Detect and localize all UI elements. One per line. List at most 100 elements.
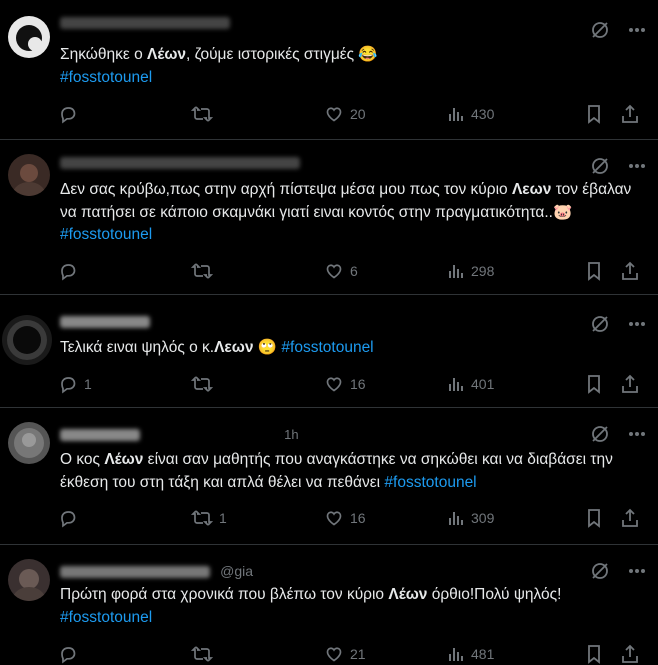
text-segment: Σηκώθηκε ο [60,46,147,63]
share-button[interactable] [621,104,641,124]
grok-icon[interactable] [590,156,610,176]
tweet-header: 1h [60,426,299,444]
like-count: 16 [350,510,366,526]
hashtag-link[interactable]: #fosstotounel [281,339,373,356]
like-count: 16 [350,376,366,392]
more-options-icon[interactable] [628,568,646,574]
retweet-button[interactable] [191,261,324,281]
text-segment: όρθιο!Πολύ ψηλός! [427,586,562,603]
tweet-text: Σηκώθηκε ο Λέων, ζούμε ιστορικές στιγμές… [60,44,642,89]
bold-mention: Λεων [511,181,552,198]
tweet[interactable]: Τελικά ειναι ψηλός ο κ.Λεων 🙄 #fosstotou… [0,295,658,408]
views-button[interactable]: 430 [447,105,585,123]
more-options-icon[interactable] [628,321,646,327]
tweet-handle[interactable]: @gia [220,563,253,579]
bookmark-icon [588,262,600,281]
reply-icon [61,647,76,664]
tweet-text: Τελικά ειναι ψηλός ο κ.Λεων 🙄 #fosstotou… [60,337,642,360]
bookmark-button[interactable] [585,644,621,664]
redacted-username [60,157,300,170]
retweet-button[interactable]: 1 [191,508,324,528]
text-segment: Πρώτη φορά στα χρονικά που βλέπω τον κύρ… [60,586,389,603]
tweet[interactable]: Δεν σας κρύβω,πως στην αρχή πίστεψα μέσα… [0,140,658,295]
tweet-header [60,14,230,32]
like-button[interactable]: 20 [324,104,447,124]
hashtag-link[interactable]: #fosstotounel [60,609,152,626]
grok-icon[interactable] [590,314,610,334]
text-segment: 🙄 [253,339,282,356]
tweet[interactable]: @gia Πρώτη φορά στα χρονικά που βλέπω το… [0,545,658,664]
views-button[interactable]: 298 [447,262,585,280]
avatar[interactable] [8,154,50,196]
tweet-actions: 20 430 [58,103,644,125]
heart-icon [326,377,342,392]
text-segment: Δεν σας κρύβω,πως στην αρχή πίστεψα μέσα… [60,181,512,198]
heart-icon [326,511,342,526]
like-count: 20 [350,106,366,122]
bookmark-button[interactable] [585,508,621,528]
bookmark-button[interactable] [585,374,621,394]
reply-button[interactable] [58,508,191,528]
analytics-icon [449,378,463,391]
more-options-icon[interactable] [628,27,646,33]
bold-mention: Λέων [147,46,187,63]
redacted-username [60,566,210,579]
reply-button[interactable] [58,644,191,664]
more-options-icon[interactable] [628,431,646,437]
views-button[interactable]: 309 [447,509,585,527]
tweet-actions: 21 481 [58,643,644,665]
avatar[interactable] [8,559,50,601]
views-button[interactable]: 401 [447,375,585,393]
share-button[interactable] [621,261,641,281]
reply-icon [61,264,76,281]
tweet-actions: 1 16 401 [58,373,644,395]
retweet-icon [191,106,213,122]
reply-button[interactable] [58,261,191,281]
bookmark-button[interactable] [585,261,621,281]
reply-button[interactable]: 1 [58,374,191,394]
share-icon [622,508,638,527]
avatar[interactable] [8,16,50,58]
retweet-button[interactable] [191,644,324,664]
like-button[interactable]: 16 [324,508,447,528]
reply-count: 1 [84,376,92,392]
retweet-icon [191,510,213,526]
grok-icon[interactable] [590,20,610,40]
like-button[interactable]: 6 [324,261,447,281]
avatar[interactable] [8,422,50,464]
tweet-actions: 6 298 [58,260,644,282]
hashtag-link[interactable]: #fosstotounel [60,226,152,243]
share-button[interactable] [621,374,641,394]
reply-icon [61,107,76,124]
retweet-button[interactable] [191,374,324,394]
redacted-username [60,17,230,30]
reply-button[interactable] [58,104,191,124]
share-button[interactable] [621,644,641,664]
retweet-button[interactable] [191,104,324,124]
bookmark-button[interactable] [585,104,621,124]
analytics-icon [449,108,463,121]
more-options-icon[interactable] [628,163,646,169]
bookmark-icon [588,375,600,394]
like-button[interactable]: 16 [324,374,447,394]
redacted-username [60,429,140,442]
share-icon [622,104,638,123]
tweet[interactable]: Σηκώθηκε ο Λέων, ζούμε ιστορικές στιγμές… [0,0,658,140]
avatar[interactable] [2,315,52,365]
like-count: 6 [350,263,358,279]
grok-icon[interactable] [590,424,610,444]
tweet-actions: 1 16 309 [58,507,644,529]
bold-mention: Λέων [104,451,144,468]
views-button[interactable]: 481 [447,645,585,663]
tweet-time[interactable]: 1h [284,427,298,442]
like-button[interactable]: 21 [324,644,447,664]
share-button[interactable] [621,508,641,528]
grok-icon[interactable] [590,561,610,581]
text-segment: , ζούμε ιστορικές στιγμές 😂 [186,46,378,63]
hashtag-link[interactable]: #fosstotounel [60,69,152,86]
hashtag-link[interactable]: #fosstotounel [384,474,476,491]
tweet-text: Ο κος Λέων είναι σαν μαθητής που αναγκάσ… [60,449,642,494]
timeline-feed: Σηκώθηκε ο Λέων, ζούμε ιστορικές στιγμές… [0,0,658,664]
view-count: 401 [471,376,495,392]
tweet[interactable]: 1h Ο κος Λέων είναι σαν μαθητής που αναγ… [0,408,658,545]
